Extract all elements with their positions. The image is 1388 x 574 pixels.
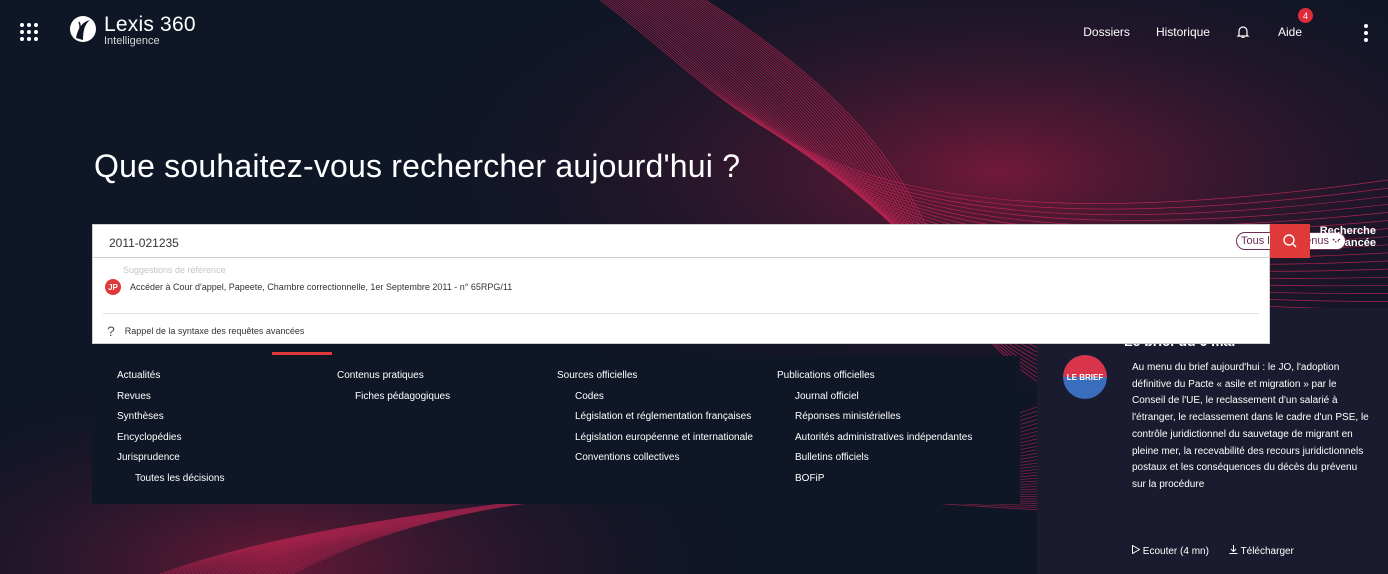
advanced-search-line2: avancée	[1332, 236, 1376, 249]
search-button[interactable]	[1270, 224, 1310, 258]
category-link[interactable]: Publications officielles	[777, 370, 972, 391]
question-icon: ?	[107, 323, 115, 339]
advanced-search-line1: Recherche	[1319, 225, 1376, 237]
category-link[interactable]: Législation européenne et internationale	[557, 432, 753, 453]
category-column-4: Publications officielles Journal officiel…	[777, 370, 972, 493]
category-link[interactable]: Fiches pédagogiques	[337, 391, 450, 412]
suggestion-text: Accéder à Cour d'appel, Papeete, Chambre…	[130, 282, 513, 292]
category-link[interactable]: Synthèses	[117, 411, 225, 432]
nav-historique-link[interactable]: Historique	[1156, 25, 1210, 39]
category-column-2: Contenus pratiques Fiches pédagogiques	[337, 370, 450, 411]
suggestion-item[interactable]: JP Accéder à Cour d'appel, Papeete, Cham…	[105, 279, 512, 295]
category-link[interactable]: Journal officiel	[777, 391, 972, 412]
category-link[interactable]: Autorités administratives indépendantes	[777, 432, 972, 453]
suggestions-dropdown: Suggestions de référence JP Accéder à Co…	[92, 258, 1270, 344]
category-link[interactable]: Encyclopédies	[117, 432, 225, 453]
search-input[interactable]	[107, 232, 1111, 254]
category-link[interactable]: Conventions collectives	[557, 452, 753, 473]
category-link[interactable]: Codes	[557, 391, 753, 412]
le-brief-logo-text: LE BRIEF	[1066, 372, 1104, 382]
download-button[interactable]: Télécharger	[1229, 545, 1294, 557]
bell-icon[interactable]	[1236, 25, 1250, 39]
lexis-tree-logo-icon	[70, 16, 96, 42]
notification-badge: 4	[1297, 8, 1313, 23]
brief-card: Le brief du 6 mai LE BRIEF Au menu du br…	[1037, 308, 1388, 574]
category-link[interactable]: Contenus pratiques	[337, 370, 450, 391]
aide-label: Aide	[1277, 25, 1302, 39]
page-headline: Que souhaitez-vous rechercher aujourd'hu…	[94, 148, 741, 184]
jurisprudence-badge-icon: JP	[105, 279, 121, 295]
kebab-menu-icon[interactable]	[1364, 24, 1368, 42]
aide-menu[interactable]: Aide 4	[1277, 8, 1313, 41]
suggestions-title: Suggestions de référence	[123, 265, 226, 275]
category-link[interactable]: Revues	[117, 391, 225, 412]
header-nav: Dossiers Historique Aide 4	[1083, 8, 1340, 42]
nav-dossiers-link[interactable]: Dossiers	[1083, 25, 1130, 39]
download-label: Télécharger	[1240, 546, 1294, 557]
lexis-360-logo[interactable]: Lexis 360 Intelligence	[68, 14, 196, 47]
advanced-search-link[interactable]: Recherche avancée	[1318, 225, 1376, 249]
listen-button[interactable]: Ecouter (4 mn)	[1132, 544, 1209, 557]
category-link[interactable]: Toutes les décisions	[117, 473, 225, 494]
category-link[interactable]: Bulletins officiels	[777, 452, 972, 473]
active-tab-indicator	[272, 352, 332, 355]
apps-grid-icon[interactable]	[20, 23, 38, 41]
category-column-1: Actualités Revues Synthèses Encyclopédies Ju…	[117, 370, 225, 493]
logo-name: Lexis 360	[104, 13, 196, 36]
le-brief-logo[interactable]: LE BRIEF	[1063, 355, 1107, 399]
category-link[interactable]: Jurisprudence	[117, 452, 225, 473]
content-categories-panel: Actualités Revues Synthèses Encyclopédies Ju…	[92, 356, 1020, 504]
play-icon	[1132, 544, 1141, 555]
search-bar: Tous les contenus	[92, 224, 1346, 258]
search-icon	[1283, 234, 1297, 248]
top-bar: Lexis 360 Intelligence Dossiers Historiq…	[0, 0, 1388, 60]
divider	[103, 313, 1259, 314]
listen-label: Ecouter (4 mn)	[1142, 546, 1209, 557]
category-link[interactable]: Législation et réglementation françaises	[557, 411, 753, 432]
download-icon	[1229, 545, 1238, 554]
category-column-3: Sources officielles Codes Législation et r…	[557, 370, 753, 473]
category-link[interactable]: Réponses ministérielles	[777, 411, 972, 432]
brief-actions: Ecouter (4 mn) Télécharger	[1132, 544, 1294, 557]
category-link[interactable]: BOFiP	[777, 473, 972, 494]
syntax-help-text: Rappel de la syntaxe des requêtes avancé…	[124, 326, 305, 336]
syntax-help-link[interactable]: ? Rappel de la syntaxe des requêtes avan…	[107, 323, 304, 339]
logo-subtitle: Intelligence	[104, 35, 160, 47]
category-link[interactable]: Actualités	[117, 370, 225, 391]
category-link[interactable]: Sources officielles	[557, 370, 753, 391]
brief-summary: Au menu du brief aujourd'hui : le JO, l'…	[1132, 362, 1369, 490]
